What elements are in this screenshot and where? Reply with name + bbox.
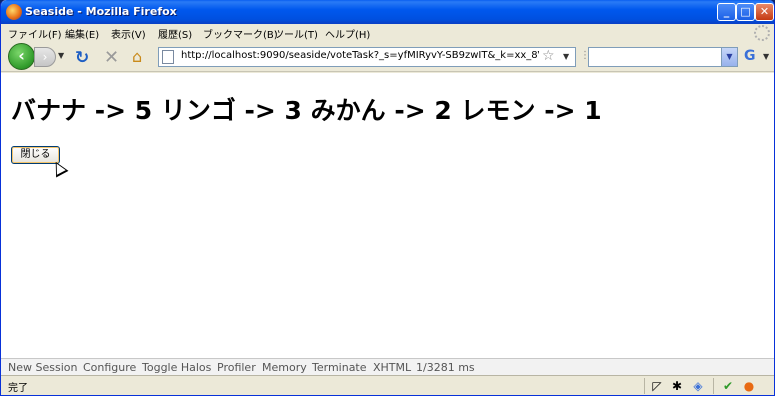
- reload-icon[interactable]: ↻: [75, 48, 89, 68]
- configure-link[interactable]: Configure: [83, 361, 136, 374]
- title-bar: Seaside - Mozilla Firefox _ □ ✕: [1, 0, 774, 24]
- maximize-button[interactable]: □: [736, 3, 755, 21]
- network-icon[interactable]: ◈: [690, 378, 706, 394]
- xhtml-link[interactable]: XHTML: [373, 361, 411, 374]
- profiler-link[interactable]: Profiler: [217, 361, 256, 374]
- firefox-status-icon[interactable]: ●: [741, 378, 757, 394]
- menu-bar: ファイル(F) 編集(E) 表示(V) 履歴(S) ブックマーク(B) ツール(…: [1, 24, 774, 42]
- menu-edit[interactable]: 編集(E): [65, 26, 99, 41]
- status-divider: [644, 378, 645, 394]
- menu-help[interactable]: ヘルプ(H): [325, 26, 370, 41]
- seaside-toolbar: New Session Configure Toggle Halos Profi…: [1, 358, 774, 375]
- new-session-link[interactable]: New Session: [8, 361, 77, 374]
- home-icon[interactable]: ⌂: [132, 47, 142, 66]
- menu-history[interactable]: 履歴(S): [158, 26, 192, 41]
- status-text: 完了: [8, 383, 28, 394]
- memory-link[interactable]: Memory: [262, 361, 307, 374]
- url-bar[interactable]: http://localhost:9090/seaside/voteTask?_…: [158, 47, 576, 67]
- google-icon[interactable]: G: [744, 48, 756, 64]
- star-icon[interactable]: ☆: [542, 48, 555, 64]
- menu-view[interactable]: 表示(V): [111, 26, 146, 41]
- navigation-toolbar: ‹ › ▼ ↻ ✕ ⌂ http://localhost:9090/seasid…: [1, 42, 774, 72]
- puzzle-icon[interactable]: ✱: [669, 378, 685, 394]
- forward-arrow-icon[interactable]: ›: [34, 47, 56, 67]
- back-arrow-icon[interactable]: ‹: [8, 43, 35, 70]
- search-engine-dropdown-icon[interactable]: ▼: [721, 48, 737, 66]
- render-timing: 1/3281 ms: [416, 361, 475, 374]
- menu-tools[interactable]: ツール(T): [274, 26, 318, 41]
- minimize-button[interactable]: _: [717, 3, 736, 21]
- google-dropdown-icon[interactable]: ▼: [763, 52, 769, 61]
- history-dropdown-icon[interactable]: ▼: [58, 51, 64, 60]
- close-button[interactable]: 閉じる: [11, 146, 60, 164]
- page-icon: [162, 50, 174, 64]
- stop-icon[interactable]: ✕: [104, 47, 119, 68]
- splitter-handle[interactable]: ⋮: [580, 50, 590, 64]
- page-content: バナナ -> 5 リンゴ -> 3 みかん -> 2 レモン -> 1 閉じる: [1, 73, 774, 358]
- firefox-icon: [6, 4, 22, 20]
- browser-window: Seaside - Mozilla Firefox _ □ ✕ ファイル(F) …: [0, 0, 775, 396]
- vote-results-heading: バナナ -> 5 リンゴ -> 3 みかん -> 2 レモン -> 1: [11, 96, 602, 125]
- search-input[interactable]: ▼: [588, 47, 738, 67]
- terminate-link[interactable]: Terminate: [312, 361, 367, 374]
- resize-icon[interactable]: ◸: [649, 378, 665, 394]
- url-dropdown-icon[interactable]: ▼: [563, 52, 569, 61]
- menu-file[interactable]: ファイル(F): [8, 26, 62, 41]
- check-icon[interactable]: ✔: [720, 378, 736, 394]
- close-window-button[interactable]: ✕: [755, 3, 774, 21]
- url-text[interactable]: http://localhost:9090/seaside/voteTask?_…: [181, 50, 539, 61]
- status-bar: 完了 ◸ ✱ ◈ ✔ ●: [1, 375, 774, 395]
- toggle-halos-link[interactable]: Toggle Halos: [142, 361, 211, 374]
- menu-bookmarks[interactable]: ブックマーク(B): [203, 26, 278, 41]
- status-divider: [713, 378, 714, 394]
- window-title: Seaside - Mozilla Firefox: [25, 5, 177, 18]
- throbber-icon: [754, 25, 770, 41]
